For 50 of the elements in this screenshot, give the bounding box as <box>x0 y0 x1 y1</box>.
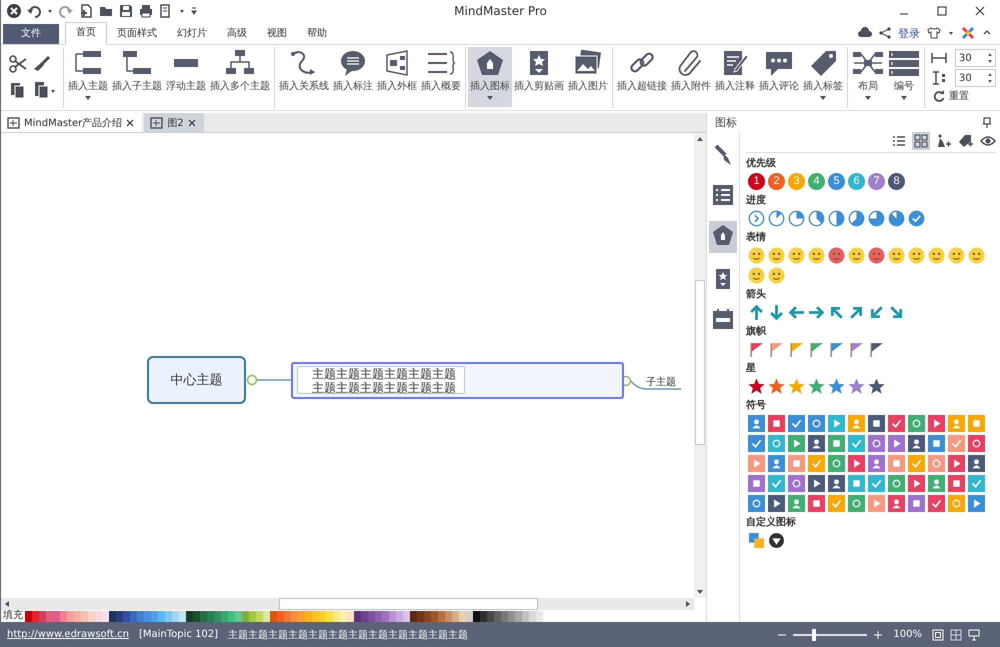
website-link[interactable]: http://www.edrawsoft.cn <box>7 629 129 640</box>
ribbon-button[interactable]: 布局 <box>850 47 886 107</box>
menu-tab[interactable]: 文件 <box>3 24 59 44</box>
ribbon-button[interactable]: 编号 <box>886 47 922 107</box>
menu-tab[interactable]: 帮助 <box>297 24 337 44</box>
ribbon-button[interactable]: 插入图标 <box>468 47 512 107</box>
menu-tab[interactable]: 视图 <box>257 24 297 44</box>
ribbon-button[interactable]: 浮动主题 <box>164 47 208 107</box>
spin-field[interactable]: 30 <box>955 49 996 67</box>
group-title: 自定义图标 <box>746 515 797 530</box>
group-title: 旗帜 <box>746 324 768 339</box>
ribbon-button[interactable]: 插入评论 <box>757 47 801 107</box>
fill-label: 填充 <box>3 610 23 622</box>
menu-tab[interactable]: 页面样式 <box>107 24 167 44</box>
group-title: 箭头 <box>746 288 767 302</box>
ribbon-button[interactable]: 插入标签 <box>801 47 845 107</box>
ribbon-button[interactable]: 插入附件 <box>669 47 713 107</box>
group-title: 进度 <box>746 193 767 208</box>
ribbon-button[interactable]: 插入子主题 <box>110 47 164 107</box>
ribbon-button[interactable]: 插入超链接 <box>615 47 669 107</box>
ribbon-button[interactable]: 插入标注 <box>331 47 375 107</box>
document-tab[interactable]: MindMaster产品介绍 <box>1 113 142 132</box>
subtopic[interactable]: 子主题 <box>646 375 676 389</box>
menu-tab[interactable]: 高级 <box>217 24 257 44</box>
priority-badge[interactable]: 8 <box>888 173 905 190</box>
central-topic[interactable]: 中心主题 <box>147 356 246 404</box>
ribbon-button[interactable]: 插入图片 <box>566 47 610 107</box>
reset-button[interactable]: 重置 <box>931 89 971 103</box>
ribbon-button[interactable]: 插入关系线 <box>277 47 331 107</box>
window-title: MindMaster Pro <box>453 4 548 18</box>
topic-text: 主题主题主题主题主题主题主题主题主题主题主题主题 <box>228 628 468 642</box>
ribbon-button[interactable]: 插入外框 <box>375 47 419 107</box>
ribbon-button[interactable]: 插入剪贴画 <box>512 47 566 107</box>
priority-badge[interactable]: 1 <box>748 173 765 190</box>
login-link[interactable]: 登录 <box>898 26 920 40</box>
group-title: 星 <box>746 362 757 376</box>
ribbon-button[interactable]: 插入概要 <box>419 47 463 107</box>
menu-tab[interactable]: 幻灯片 <box>167 24 217 44</box>
zoom-percentage: 100% <box>893 629 922 640</box>
ribbon-button[interactable]: 插入多个主题 <box>208 47 272 107</box>
topic-id: [MainTopic 102] <box>138 629 218 640</box>
menu-tab[interactable]: 首页 <box>65 22 107 45</box>
ribbon-button[interactable]: 插入注释 <box>713 47 757 107</box>
group-title: 优先级 <box>746 156 777 171</box>
panel-title: 图标 <box>715 115 737 130</box>
group-title: 表情 <box>746 230 767 245</box>
ribbon-button[interactable]: 插入主题 <box>66 47 110 107</box>
spin-field[interactable]: 30 <box>955 69 996 87</box>
document-tab[interactable]: 图2 <box>144 113 204 132</box>
group-title: 符号 <box>746 398 767 413</box>
